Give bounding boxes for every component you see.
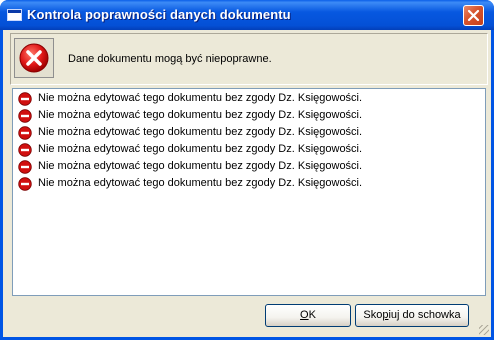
- list-item-text: Nie można edytować tego dokumentu bez zg…: [38, 143, 363, 155]
- error-icon-frame: [14, 38, 54, 78]
- copy-to-clipboard-button[interactable]: Skopiuj do schowka: [355, 304, 469, 327]
- stop-icon: [18, 109, 32, 123]
- list-item[interactable]: Nie można edytować tego dokumentu bez zg…: [18, 142, 458, 158]
- header-message: Dane dokumentu mogą być niepoprawne.: [68, 53, 272, 65]
- stop-icon: [18, 143, 32, 157]
- stop-icon: [18, 160, 32, 174]
- list-item[interactable]: Nie można edytować tego dokumentu bez zg…: [18, 91, 458, 107]
- copy-label-pre: Sko: [363, 309, 383, 321]
- ok-label-post: K: [308, 309, 316, 321]
- copy-label-post: iuj do schowka: [388, 309, 461, 321]
- list-item[interactable]: Nie można edytować tego dokumentu bez zg…: [18, 159, 458, 175]
- error-icon: [19, 43, 49, 73]
- close-button[interactable]: [463, 5, 484, 26]
- window-icon: [7, 9, 22, 21]
- list-item-text: Nie można edytować tego dokumentu bez zg…: [38, 160, 363, 172]
- list-item-text: Nie można edytować tego dokumentu bez zg…: [38, 92, 363, 104]
- header-panel: Dane dokumentu mogą być niepoprawne.: [10, 33, 488, 85]
- list-item[interactable]: Nie można edytować tego dokumentu bez zg…: [18, 176, 458, 192]
- stop-icon: [18, 92, 32, 106]
- title-bar[interactable]: Kontrola poprawności danych dokumentu: [0, 0, 494, 30]
- resize-grip[interactable]: [479, 325, 489, 335]
- list-item-text: Nie można edytować tego dokumentu bez zg…: [38, 109, 363, 121]
- stop-icon: [18, 126, 32, 140]
- list-item-text: Nie można edytować tego dokumentu bez zg…: [38, 177, 363, 189]
- stop-icon: [18, 177, 32, 191]
- dialog-window: Kontrola poprawności danych dokumentu Da…: [0, 0, 494, 340]
- window-title: Kontrola poprawności danych dokumentu: [27, 7, 291, 22]
- ok-button[interactable]: OK: [265, 304, 351, 327]
- ok-accelerator: O: [300, 309, 309, 321]
- list-item-text: Nie można edytować tego dokumentu bez zg…: [38, 126, 363, 138]
- list-item[interactable]: Nie można edytować tego dokumentu bez zg…: [18, 108, 458, 124]
- messages-list[interactable]: Nie można edytować tego dokumentu bez zg…: [12, 88, 486, 296]
- close-icon: [467, 9, 480, 22]
- list-item[interactable]: Nie można edytować tego dokumentu bez zg…: [18, 125, 458, 141]
